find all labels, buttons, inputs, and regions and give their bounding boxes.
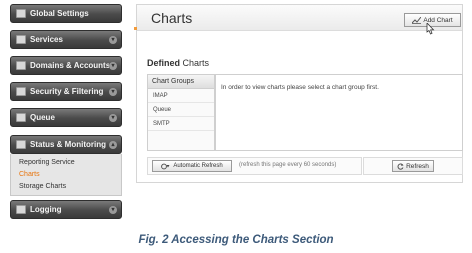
figure-caption: Fig. 2 Accessing the Charts Section: [138, 234, 334, 246]
chevron-down-icon[interactable]: ▾: [109, 35, 117, 44]
nav-security-filtering[interactable]: Security & Filtering ▾: [10, 82, 122, 101]
chevron-down-icon[interactable]: ▾: [109, 205, 117, 214]
mouse-cursor-icon: [426, 23, 435, 35]
nav-logging[interactable]: Logging ▾: [10, 200, 122, 219]
automatic-refresh-button[interactable]: Automatic Refresh: [152, 160, 232, 172]
auto-refresh-bar: Automatic Refresh (refresh this page eve…: [147, 157, 362, 175]
domains-icon: [16, 61, 26, 70]
refresh-bar: Refresh: [363, 157, 463, 175]
nav-domains-accounts[interactable]: Domains & Accounts ▾: [10, 56, 122, 75]
submenu-charts[interactable]: Charts: [19, 171, 40, 178]
nav-label: Logging: [30, 205, 62, 214]
nav-queue[interactable]: Queue ▾: [10, 108, 122, 127]
automatic-refresh-label: Automatic Refresh: [173, 163, 223, 169]
nav-label: Domains & Accounts: [30, 61, 109, 70]
security-icon: [16, 87, 26, 96]
section-title-rest: Charts: [180, 58, 210, 68]
submenu-storage-charts[interactable]: Storage Charts: [19, 183, 66, 190]
charts-panel: Charts Add Chart Defined Charts Chart Gr…: [134, 4, 463, 183]
auto-refresh-icon: [161, 163, 170, 169]
queue-icon: [16, 113, 26, 122]
chart-groups-header: Chart Groups: [148, 75, 214, 89]
charts-display-area: In order to view charts please select a …: [215, 74, 463, 151]
refresh-icon: [397, 163, 404, 170]
chevron-down-icon[interactable]: ▾: [109, 87, 117, 96]
nav-global-settings[interactable]: Global Settings: [10, 4, 122, 23]
refresh-button[interactable]: Refresh: [392, 160, 434, 172]
refresh-hint: (refresh this page every 60 seconds): [239, 162, 337, 168]
nav-label: Security & Filtering: [30, 87, 104, 96]
chevron-up-icon[interactable]: ▴: [109, 140, 117, 149]
nav-label: Services: [30, 35, 63, 44]
chart-groups-list: Chart Groups IMAP Queue SMTP: [147, 74, 215, 151]
submenu-reporting-service[interactable]: Reporting Service: [19, 159, 75, 166]
chart-icon: [412, 16, 422, 24]
refresh-label: Refresh: [406, 162, 429, 170]
services-icon: [16, 35, 26, 44]
page-title: Charts: [151, 10, 193, 26]
nav-label: Status & Monitoring: [30, 140, 106, 149]
chart-group-item[interactable]: SMTP: [148, 117, 214, 131]
nav-label: Queue: [30, 113, 55, 122]
chart-group-item[interactable]: Queue: [148, 103, 214, 117]
select-group-message: In order to view charts please select a …: [221, 84, 379, 91]
monitoring-icon: [16, 140, 26, 149]
status-monitoring-submenu: Reporting Service Charts Storage Charts: [10, 154, 122, 196]
chevron-down-icon[interactable]: ▾: [109, 113, 117, 122]
logging-icon: [16, 205, 26, 214]
nav-services[interactable]: Services ▾: [10, 30, 122, 49]
section-title: Defined Charts: [147, 58, 209, 68]
nav-status-monitoring[interactable]: Status & Monitoring ▴: [10, 135, 122, 154]
nav-label: Global Settings: [30, 9, 89, 18]
globe-icon: [16, 9, 26, 18]
section-title-lead: Defined: [147, 58, 181, 68]
chevron-down-icon[interactable]: ▾: [109, 61, 117, 70]
title-bar: Charts Add Chart: [137, 5, 462, 35]
chart-group-item[interactable]: IMAP: [148, 89, 214, 103]
